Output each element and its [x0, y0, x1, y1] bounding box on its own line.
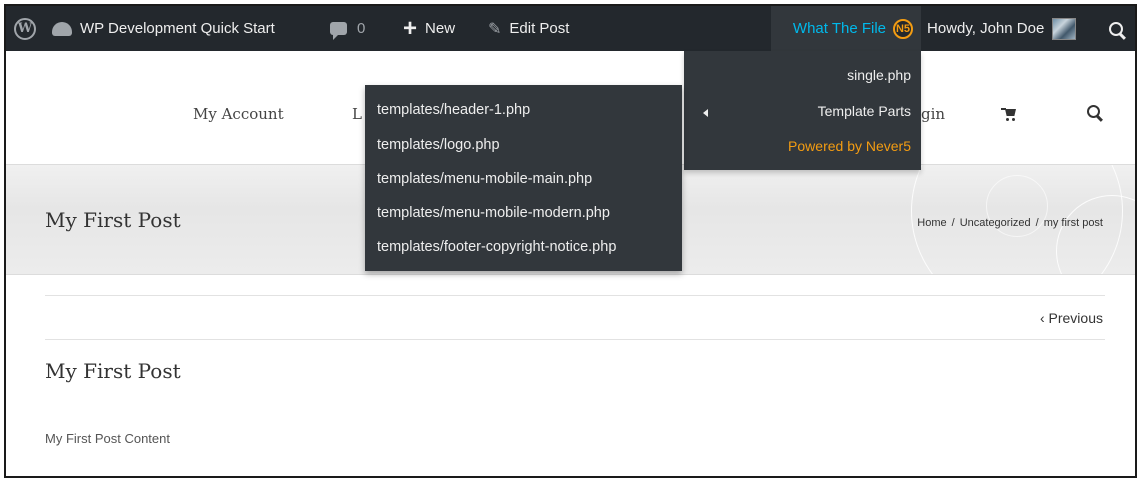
divider: [45, 295, 1105, 296]
post-title: My First Post: [45, 359, 181, 383]
nav-my-account[interactable]: My Account: [193, 105, 284, 123]
wordpress-logo-icon: W: [14, 17, 36, 40]
dashboard-icon: [52, 21, 72, 36]
what-the-file-dropdown: single.php Template Parts Powered by Nev…: [684, 51, 921, 170]
browser-viewport: W WP Development Quick Start 0 + New ✎ E…: [4, 4, 1137, 478]
my-account-menu[interactable]: Howdy, John Doe: [927, 6, 1077, 51]
edit-post-link[interactable]: ✎ Edit Post: [488, 6, 569, 51]
avatar: [1052, 17, 1077, 40]
breadcrumb-current: my first post: [1043, 217, 1103, 229]
cart-icon[interactable]: [1001, 108, 1016, 121]
never5-logo-icon: N5: [893, 18, 913, 39]
comments-count: 0: [357, 20, 366, 37]
wordpress-menu[interactable]: W: [14, 6, 36, 51]
pencil-icon: ✎: [488, 20, 502, 38]
previous-post-link[interactable]: ‹ Previous: [1040, 310, 1103, 326]
what-the-file-menu[interactable]: What The File N5: [771, 6, 921, 51]
breadcrumb-separator: /: [951, 217, 955, 229]
new-label: New: [425, 20, 456, 37]
template-part-item[interactable]: templates/menu-mobile-modern.php: [377, 205, 610, 221]
admin-bar: W WP Development Quick Start 0 + New ✎ E…: [6, 6, 1135, 51]
template-part-item[interactable]: templates/header-1.php: [377, 102, 530, 118]
template-part-item[interactable]: templates/menu-mobile-main.php: [377, 171, 592, 187]
admin-search-button[interactable]: [1109, 6, 1123, 51]
template-parts-item[interactable]: Template Parts: [818, 103, 911, 119]
breadcrumb-home[interactable]: Home: [917, 217, 946, 229]
nav-search-button[interactable]: [1087, 105, 1100, 118]
search-icon: [1087, 105, 1100, 118]
breadcrumb-separator: /: [1035, 217, 1039, 229]
comment-bubble-icon: [330, 22, 347, 40]
edit-post-label: Edit Post: [509, 20, 570, 37]
what-the-file-label: What The File: [792, 20, 886, 37]
template-part-item[interactable]: templates/logo.php: [377, 137, 500, 153]
powered-by-link[interactable]: Powered by Never5: [788, 138, 911, 154]
comments-link[interactable]: 0: [330, 6, 365, 51]
new-content-menu[interactable]: + New: [403, 6, 455, 51]
submenu-arrow-icon: [703, 109, 708, 117]
plus-icon: +: [403, 14, 418, 42]
breadcrumb-category[interactable]: Uncategorized: [960, 217, 1031, 229]
divider: [45, 339, 1105, 340]
site-name-label: WP Development Quick Start: [80, 20, 275, 37]
nav-item-partial[interactable]: L: [352, 105, 362, 123]
template-part-item[interactable]: templates/footer-copyright-notice.php: [377, 239, 616, 255]
site-name-link[interactable]: WP Development Quick Start: [52, 6, 275, 51]
breadcrumb: Home / Uncategorized / my first post: [917, 217, 1103, 229]
page-title: My First Post: [45, 208, 181, 232]
template-parts-submenu: templates/header-1.php templates/logo.ph…: [365, 85, 682, 271]
template-file-item[interactable]: single.php: [847, 67, 911, 83]
post-content: My First Post Content: [45, 431, 170, 446]
search-icon: [1109, 21, 1123, 36]
howdy-label: Howdy, John Doe: [927, 20, 1045, 37]
